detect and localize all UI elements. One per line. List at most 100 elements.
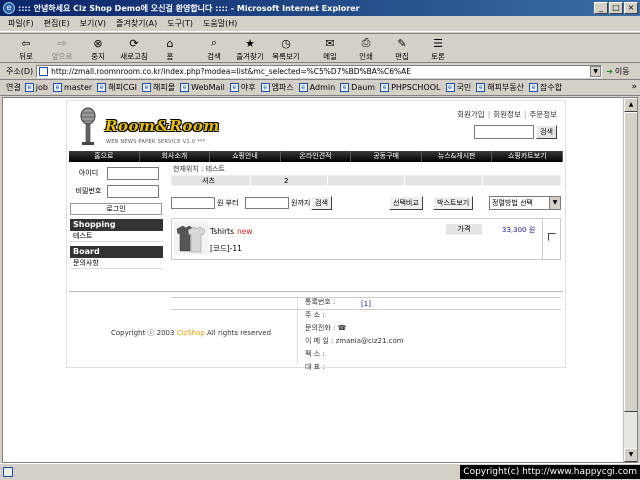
go-button[interactable]: ➜ 이동 (606, 66, 629, 77)
link-signup[interactable]: 회원가입 (457, 110, 485, 119)
link-happy-realestate[interactable]: e 해피부동산 (476, 82, 524, 93)
nav-news-board[interactable]: 뉴스&게시판 (422, 151, 493, 162)
print-icon: ⎙ (361, 36, 371, 49)
refresh-icon: ⟳ (129, 36, 139, 50)
link-order-info[interactable]: 주문정보 (529, 110, 557, 119)
forward-arrow-icon: ⇨ (57, 36, 67, 50)
scroll-down-icon[interactable]: ▼ (624, 448, 637, 462)
links-more-icon[interactable]: » (631, 82, 637, 92)
menu-view[interactable]: 보기(V) (80, 18, 106, 29)
scroll-thumb[interactable] (624, 112, 637, 412)
menu-file[interactable]: 파일(F) (8, 18, 34, 29)
logo-text: Room&Room (105, 117, 220, 135)
price-label: 가격 (446, 224, 482, 235)
address-url: http://zmall.roomnroom.co.kr/index.php?m… (51, 67, 412, 76)
password-label: 비밀번호 (75, 187, 102, 195)
page-viewport: Room&Room WEB NEWS PAPER SERVICE V1.0 **… (2, 97, 638, 463)
link-happycgi[interactable]: e 해피CGI (97, 82, 137, 93)
page-icon (39, 67, 49, 76)
shop-page: Room&Room WEB NEWS PAPER SERVICE V1.0 **… (66, 100, 566, 371)
nav-cart[interactable]: 쇼핑카트보기 (492, 151, 564, 162)
stop-button[interactable]: ⊗ 중지 (80, 34, 116, 64)
new-badge: new (237, 227, 253, 236)
link-phpschool[interactable]: e PHPSCHOOL (380, 83, 441, 92)
link-daum[interactable]: e Daum (340, 83, 375, 92)
link-member-info[interactable]: 회원정보 (493, 110, 521, 119)
login-id-input[interactable] (107, 166, 159, 180)
site-footer: Copyright ⓒ 2003 CizShop All rights rese… (69, 291, 563, 371)
price-to-input[interactable] (245, 197, 289, 209)
stop-icon: ⊗ (93, 36, 103, 50)
link-happymall[interactable]: e 해피몰 (142, 82, 175, 93)
discuss-button[interactable]: ☰ 토론 (420, 34, 456, 64)
menu-favorites[interactable]: 즐겨찾기(A) (116, 18, 157, 29)
sort-select[interactable]: 정렬방법 선택 ▼ (489, 196, 561, 210)
login-password-input[interactable] (107, 184, 159, 198)
mail-button[interactable]: ✉ 메일 (312, 34, 348, 64)
site-search-input[interactable] (474, 125, 535, 139)
price-from-input[interactable] (171, 197, 215, 209)
vertical-scrollbar[interactable]: ▲ ▼ (623, 98, 637, 462)
info-registration: 통록번호 : (305, 298, 336, 306)
separator: | (523, 110, 527, 119)
forward-button[interactable]: ⇨ 앞으로 (44, 34, 80, 64)
discuss-icon: ☰ (433, 36, 443, 50)
subcategory-divider (404, 176, 405, 186)
link-page-icon: e (180, 83, 190, 92)
subcategory-shirts[interactable]: 셔츠 (202, 176, 215, 186)
edit-icon: ✎ (397, 36, 407, 50)
login-button[interactable]: 로그인 (70, 203, 162, 215)
edit-button[interactable]: ✎ 편집 (384, 34, 420, 64)
back-arrow-icon: ⇦ (21, 36, 31, 50)
close-button[interactable]: × (624, 2, 638, 14)
search-icon: ⌕ (210, 36, 218, 49)
refresh-button[interactable]: ⟳ 새로고침 (116, 34, 152, 64)
info-fax: 팩 스 : (305, 350, 325, 358)
search-button[interactable]: ⌕ 검색 (196, 34, 232, 64)
menu-tools[interactable]: 도구(T) (167, 18, 193, 29)
link-page-icon: e (445, 83, 455, 92)
nav-guide[interactable]: 쇼핑안내 (210, 151, 281, 162)
menu-help[interactable]: 도움말(H) (203, 18, 237, 29)
nav-about[interactable]: 회사소개 (140, 151, 211, 162)
company-info: 통록번호 : 주 소 : 문의전화 : ☎ 이 메 일 : zmania@ciz… (305, 296, 404, 374)
maximize-button[interactable]: □ (609, 2, 623, 14)
minimize-button[interactable]: _ (594, 2, 608, 14)
link-admin[interactable]: e Admin (298, 83, 335, 92)
category-item-test[interactable]: 테스트 (70, 231, 163, 242)
link-yahoo[interactable]: e 야후 (229, 82, 256, 93)
home-button[interactable]: ⌂ 홈 (152, 34, 188, 64)
link-webmail[interactable]: e WebMail (180, 83, 225, 92)
back-button[interactable]: ⇦ 뒤로 (8, 34, 44, 64)
print-button[interactable]: ⎙ 인쇄 (348, 34, 384, 64)
site-search-button[interactable]: 검색 (536, 125, 557, 139)
nav-home[interactable]: 홈으로 (69, 151, 140, 162)
basket-view-button[interactable]: 박스트보기 (433, 196, 474, 210)
favorites-button[interactable]: ★ 즐겨찾기 (232, 34, 268, 64)
address-input[interactable]: http://zmall.roomnroom.co.kr/index.php?m… (36, 65, 603, 78)
filter-search-button[interactable]: 검색 (311, 196, 332, 210)
link-master[interactable]: e master (52, 83, 92, 92)
sort-dropdown-icon: ▼ (549, 197, 560, 209)
site-logo[interactable]: Room&Room WEB NEWS PAPER SERVICE V1.0 **… (77, 105, 219, 151)
compare-button[interactable]: 선택비교 (389, 196, 423, 210)
nav-group-buy[interactable]: 공동구매 (351, 151, 422, 162)
menu-edit[interactable]: 편집(E) (44, 18, 70, 29)
link-jobsuhap[interactable]: e 잡수합 (529, 82, 562, 93)
history-button[interactable]: ◷ 목록보기 (268, 34, 304, 64)
window-title: :::: 안녕하세요 Ciz Shop Demo에 오신걸 환영합니다 ::::… (18, 3, 360, 13)
category-item-inquiry[interactable]: 문의사항 (70, 258, 163, 269)
id-label: 아이디 (78, 169, 99, 177)
product-thumbnail[interactable] (174, 221, 208, 255)
subcategory-count: 2 (284, 177, 289, 185)
link-kookmin[interactable]: e 국민 (445, 82, 471, 93)
info-email: 이 메 일 : zmania@ciz21.com (305, 337, 404, 345)
nav-estimate[interactable]: 온라인견적 (281, 151, 352, 162)
product-select-checkbox[interactable] (548, 233, 556, 241)
link-job[interactable]: e job (24, 83, 48, 92)
link-empas[interactable]: e 엠파스 (260, 82, 294, 93)
subcategory-divider (250, 176, 251, 186)
product-name[interactable]: Tshirts new (210, 227, 253, 236)
scroll-up-icon[interactable]: ▲ (624, 98, 637, 112)
address-dropdown-icon[interactable]: ▼ (590, 66, 602, 77)
